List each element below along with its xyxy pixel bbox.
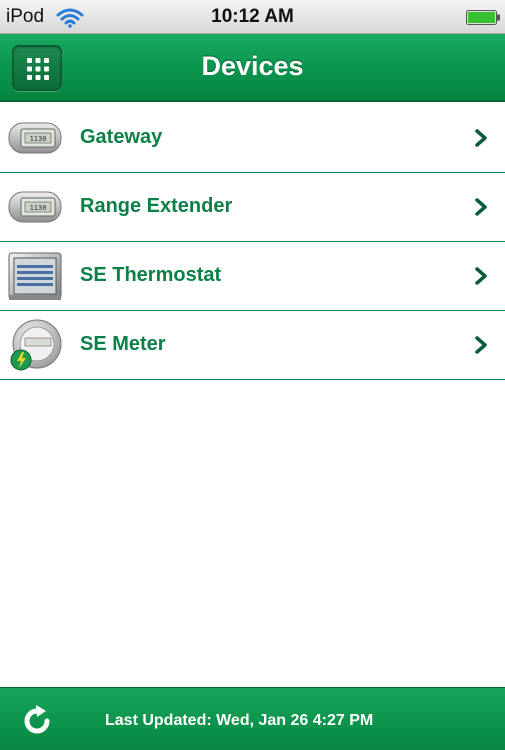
chevron-right-icon [475,129,487,147]
device-row-se-meter[interactable]: SE Meter [0,311,505,380]
svg-text:1130: 1130 [30,135,47,143]
chevron-right-icon [475,267,487,285]
clock: 10:12 AM [211,6,294,27]
last-updated-text: Last Updated: Wed, Jan 26 4:27 PM [105,712,374,729]
device-row-gateway[interactable]: 1130 Gateway [0,104,505,173]
chevron-right-icon [475,336,487,354]
device-label: SE Thermostat [80,264,222,286]
svg-text:1130: 1130 [30,204,47,212]
nav-bar: Devices [0,34,505,102]
thermostat-device-icon [8,252,62,300]
battery-icon [466,10,500,25]
refresh-icon[interactable] [20,704,54,738]
status-bar: iPod 10:12 AM [0,0,505,34]
range-extender-device-icon: 1130 [8,191,62,223]
device-label: Range Extender [80,195,233,217]
device-label: SE Meter [80,333,166,355]
gateway-device-icon: 1130 [8,122,62,154]
device-row-range-extender[interactable]: 1130 Range Extender [0,173,505,242]
page-title: Devices [201,51,304,81]
bottom-toolbar: Last Updated: Wed, Jan 26 4:27 PM [0,687,505,750]
device-row-se-thermostat[interactable]: SE Thermostat [0,242,505,311]
meter-device-icon [10,319,62,371]
chevron-right-icon [475,198,487,216]
device-list: 1130 Gateway 1130 Range Extender SE Ther… [0,104,505,380]
device-label: Gateway [80,126,163,148]
